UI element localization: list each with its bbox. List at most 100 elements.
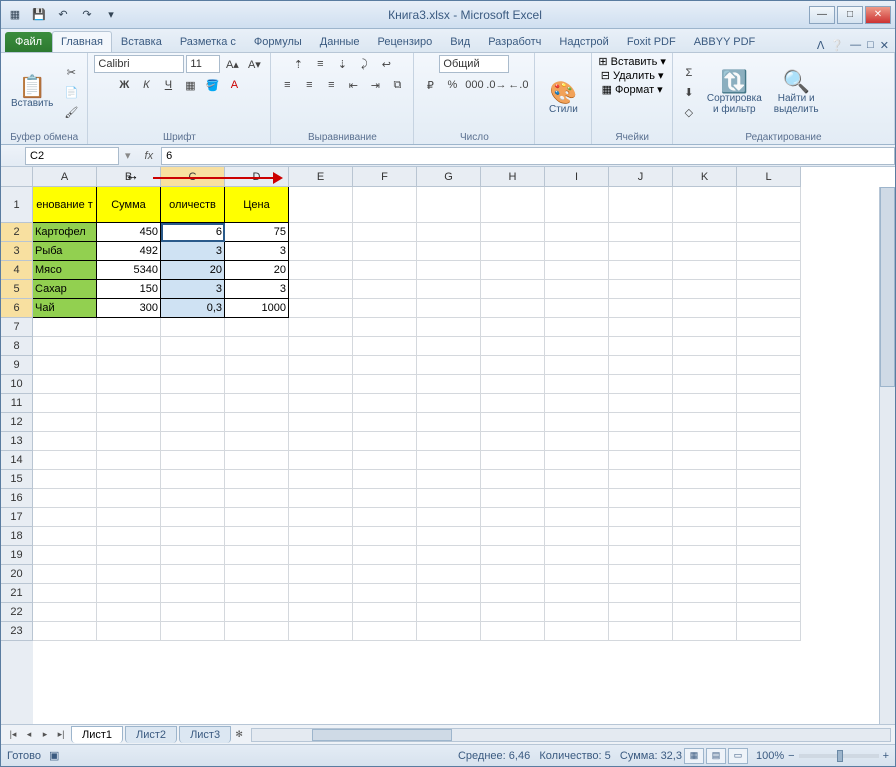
cell[interactable] <box>353 603 417 622</box>
cell[interactable] <box>545 489 609 508</box>
cell[interactable] <box>33 584 97 603</box>
cell[interactable] <box>481 565 545 584</box>
cells-area[interactable]: енование т Сумма оличеств Цена Картофел … <box>33 187 895 724</box>
cell-b6[interactable]: 300 <box>97 299 161 318</box>
cell-f4[interactable] <box>353 261 417 280</box>
row-header-18[interactable]: 18 <box>1 527 33 546</box>
cell-a4[interactable]: Мясо <box>33 261 97 280</box>
cell[interactable] <box>417 413 481 432</box>
cell-a1[interactable]: енование т <box>33 187 97 223</box>
styles-button[interactable]: 🎨 Стили <box>541 80 585 117</box>
cell-j2[interactable] <box>609 223 673 242</box>
cell-c5[interactable]: 3 <box>161 280 225 299</box>
cell[interactable] <box>161 337 225 356</box>
cell-k3[interactable] <box>673 242 737 261</box>
cell[interactable] <box>481 546 545 565</box>
autosum-icon[interactable]: Σ <box>679 64 699 82</box>
col-header-f[interactable]: F <box>353 167 417 187</box>
cell-i1[interactable] <box>545 187 609 223</box>
tab-layout[interactable]: Разметка с <box>171 31 245 52</box>
cell[interactable] <box>161 375 225 394</box>
cell[interactable] <box>673 451 737 470</box>
cell[interactable] <box>33 432 97 451</box>
macro-record-icon[interactable]: ▣ <box>49 749 59 762</box>
decrease-indent-icon[interactable]: ⇤ <box>343 76 363 94</box>
cell-d2[interactable]: 75 <box>225 223 289 242</box>
cell[interactable] <box>225 375 289 394</box>
cell-a3[interactable]: Рыба <box>33 242 97 261</box>
tab-formulas[interactable]: Формулы <box>245 31 311 52</box>
cell[interactable] <box>545 318 609 337</box>
cell[interactable] <box>417 603 481 622</box>
cell[interactable] <box>353 394 417 413</box>
cell[interactable] <box>609 527 673 546</box>
cell[interactable] <box>97 527 161 546</box>
col-header-a[interactable]: A <box>33 167 97 187</box>
cell-l2[interactable] <box>737 223 801 242</box>
cell[interactable] <box>161 489 225 508</box>
minimize-button[interactable]: — <box>809 6 835 24</box>
cell[interactable] <box>161 565 225 584</box>
shrink-font-icon[interactable]: A▾ <box>244 55 264 73</box>
col-header-b[interactable]: B <box>97 167 161 187</box>
cell[interactable] <box>673 565 737 584</box>
cell[interactable] <box>225 413 289 432</box>
cell[interactable] <box>353 337 417 356</box>
zoom-in-icon[interactable]: + <box>883 750 889 762</box>
cell[interactable] <box>353 356 417 375</box>
cell[interactable] <box>609 470 673 489</box>
merge-icon[interactable]: ⧉ <box>387 76 407 94</box>
cell[interactable] <box>609 413 673 432</box>
underline-button[interactable]: Ч <box>158 76 178 94</box>
cell[interactable] <box>225 527 289 546</box>
cell-j5[interactable] <box>609 280 673 299</box>
cell[interactable] <box>609 584 673 603</box>
font-color-icon[interactable]: A <box>224 76 244 94</box>
row-header-5[interactable]: 5 <box>1 280 33 299</box>
currency-icon[interactable]: ₽ <box>420 76 440 94</box>
formula-bar[interactable]: 6 <box>161 147 895 165</box>
paste-button[interactable]: 📋 Вставить <box>7 74 57 111</box>
zoom-slider[interactable] <box>799 754 879 758</box>
align-bottom-icon[interactable]: ⇣ <box>332 55 352 73</box>
wrap-text-icon[interactable]: ↩ <box>376 55 396 73</box>
cell[interactable] <box>545 546 609 565</box>
col-header-d[interactable]: D <box>225 167 289 187</box>
cell[interactable] <box>545 622 609 641</box>
cell-k6[interactable] <box>673 299 737 318</box>
cell[interactable] <box>417 394 481 413</box>
cell[interactable] <box>161 527 225 546</box>
cell[interactable] <box>417 489 481 508</box>
tab-abbyy[interactable]: ABBYY PDF <box>685 31 765 52</box>
cell[interactable] <box>225 565 289 584</box>
cell[interactable] <box>609 394 673 413</box>
cell[interactable] <box>353 489 417 508</box>
cell[interactable] <box>161 546 225 565</box>
cell-c2[interactable]: 6 <box>161 223 225 242</box>
row-header-17[interactable]: 17 <box>1 508 33 527</box>
cell[interactable] <box>737 603 801 622</box>
cell[interactable] <box>33 470 97 489</box>
cell[interactable] <box>289 451 353 470</box>
cell[interactable] <box>97 565 161 584</box>
cell-d1[interactable]: Цена <box>225 187 289 223</box>
cell[interactable] <box>737 413 801 432</box>
cell-i3[interactable] <box>545 242 609 261</box>
delete-cells-button[interactable]: ⊟ Удалить ▾ <box>601 69 664 82</box>
view-layout-icon[interactable]: ▤ <box>706 748 726 764</box>
italic-button[interactable]: К <box>136 76 156 94</box>
cell[interactable] <box>673 546 737 565</box>
cell[interactable] <box>33 527 97 546</box>
cell[interactable] <box>545 470 609 489</box>
view-normal-icon[interactable]: ▦ <box>684 748 704 764</box>
cell[interactable] <box>545 337 609 356</box>
cell[interactable] <box>673 622 737 641</box>
tab-review[interactable]: Рецензиро <box>369 31 442 52</box>
cell[interactable] <box>289 394 353 413</box>
cell-e3[interactable] <box>289 242 353 261</box>
cell[interactable] <box>417 584 481 603</box>
format-painter-icon[interactable]: 🖌 <box>61 104 81 122</box>
cell-i6[interactable] <box>545 299 609 318</box>
cell[interactable] <box>737 622 801 641</box>
cell-h4[interactable] <box>481 261 545 280</box>
